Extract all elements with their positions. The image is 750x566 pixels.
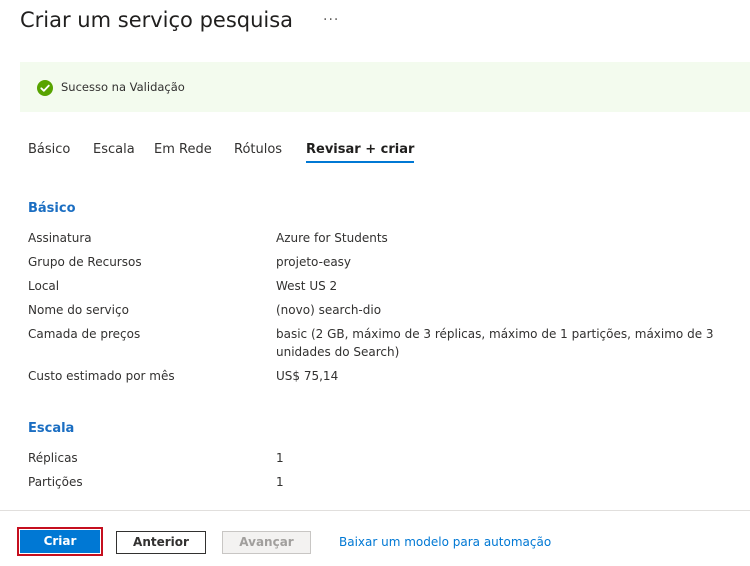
section-title-escala: Escala	[28, 421, 75, 436]
tab-escala[interactable]: Escala	[93, 142, 135, 163]
next-button: Avançar	[222, 531, 311, 554]
row-value-custo-estimado: US$ 75,14	[276, 369, 339, 383]
validation-message: Sucesso na Validação	[61, 80, 185, 94]
row-value-camada-precos: basic (2 GB, máximo de 3 réplicas, máxim…	[276, 327, 714, 359]
row-label-grupo-recursos: Grupo de Recursos	[28, 255, 142, 269]
tab-rotulos[interactable]: Rótulos	[234, 142, 282, 163]
checkmark-circle-icon	[37, 80, 53, 96]
tab-basico[interactable]: Básico	[28, 142, 70, 163]
tab-revisar-criar[interactable]: Revisar + criar	[306, 142, 415, 163]
row-label-particoes: Partições	[28, 475, 83, 489]
row-label-replicas: Réplicas	[28, 451, 78, 465]
row-value-replicas: 1	[276, 451, 284, 465]
previous-button[interactable]: Anterior	[116, 531, 206, 554]
row-value-assinatura: Azure for Students	[276, 231, 388, 245]
row-value-local: West US 2	[276, 279, 338, 293]
download-template-link[interactable]: Baixar um modelo para automação	[339, 535, 551, 549]
create-button[interactable]: Criar	[20, 530, 100, 553]
footer-divider	[0, 510, 750, 511]
row-label-nome-servico: Nome do serviço	[28, 303, 129, 317]
row-label-assinatura: Assinatura	[28, 231, 92, 245]
row-label-camada-precos: Camada de preços	[28, 327, 141, 341]
row-value-grupo-recursos: projeto-easy	[276, 255, 352, 269]
section-title-basico: Básico	[28, 201, 76, 216]
row-label-local: Local	[28, 279, 60, 293]
page-title: Criar um serviço pesquisa	[20, 8, 294, 32]
row-value-nome-servico: (novo) search-dio	[276, 303, 382, 317]
row-label-custo-estimado: Custo estimado por mês	[28, 369, 175, 383]
tab-em-rede[interactable]: Em Rede	[154, 142, 212, 163]
row-value-particoes: 1	[276, 475, 284, 489]
more-options-icon[interactable]: ···	[323, 12, 339, 28]
validation-banner: Sucesso na Validação	[20, 62, 750, 112]
